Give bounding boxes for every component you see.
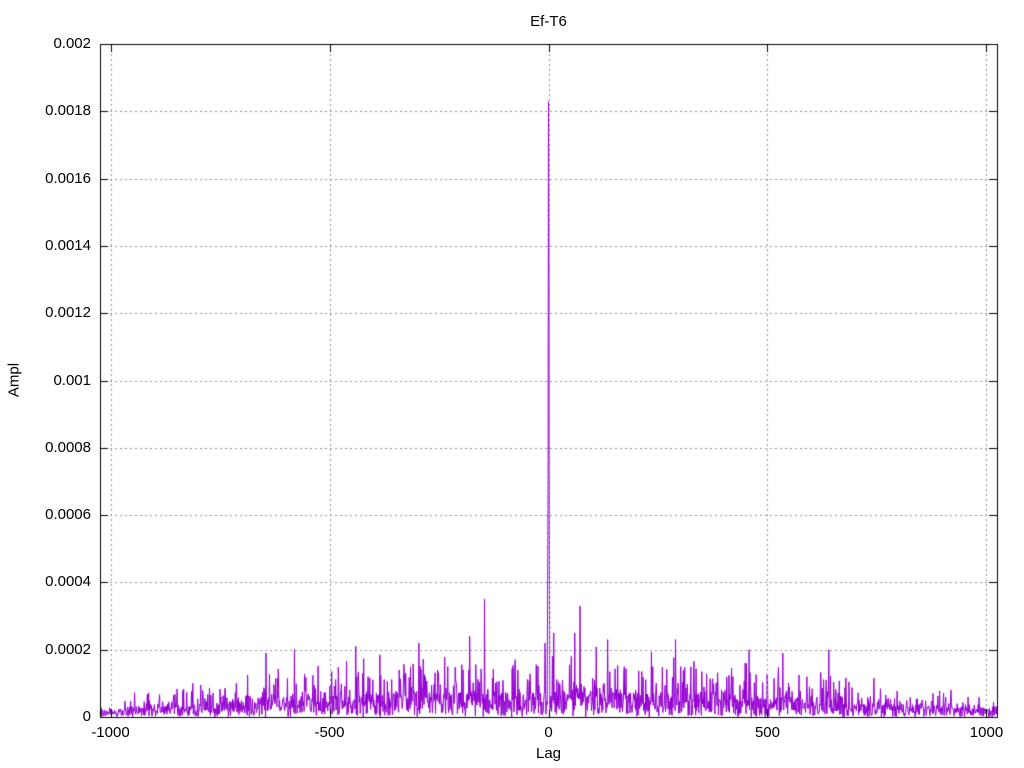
y-tick-label: 0.0008 [45,438,91,456]
x-axis-label: Lag [535,745,562,762]
x-tick-label: -1000 [91,724,130,741]
y-tick-label: 0.001 [53,371,91,389]
y-tick-label: 0.0002 [45,640,91,658]
y-tick-label: 0.0016 [45,169,91,187]
correlation-plot-figure: Ef-T6 Ampl Lag 0 0.0002 0.0004 0.0006 0.0008… [0,0,1024,768]
y-tick-label: 0.002 [53,35,91,52]
chart-title: Ef-T6 [530,13,567,30]
x-tick-label: 500 [754,724,780,741]
plot-area-canvas [0,0,1024,768]
y-tick-label: 0.0018 [45,102,91,120]
y-tick-label: 0.0004 [45,573,91,591]
x-tick-label: -500 [314,724,345,741]
y-tick-label: 0.0006 [45,506,91,524]
x-tick-label: 1000 [969,724,1004,741]
y-tick-label: 0.0012 [45,304,91,322]
x-tick-label: 0 [544,724,553,741]
y-tick-label: 0.0014 [45,236,91,254]
